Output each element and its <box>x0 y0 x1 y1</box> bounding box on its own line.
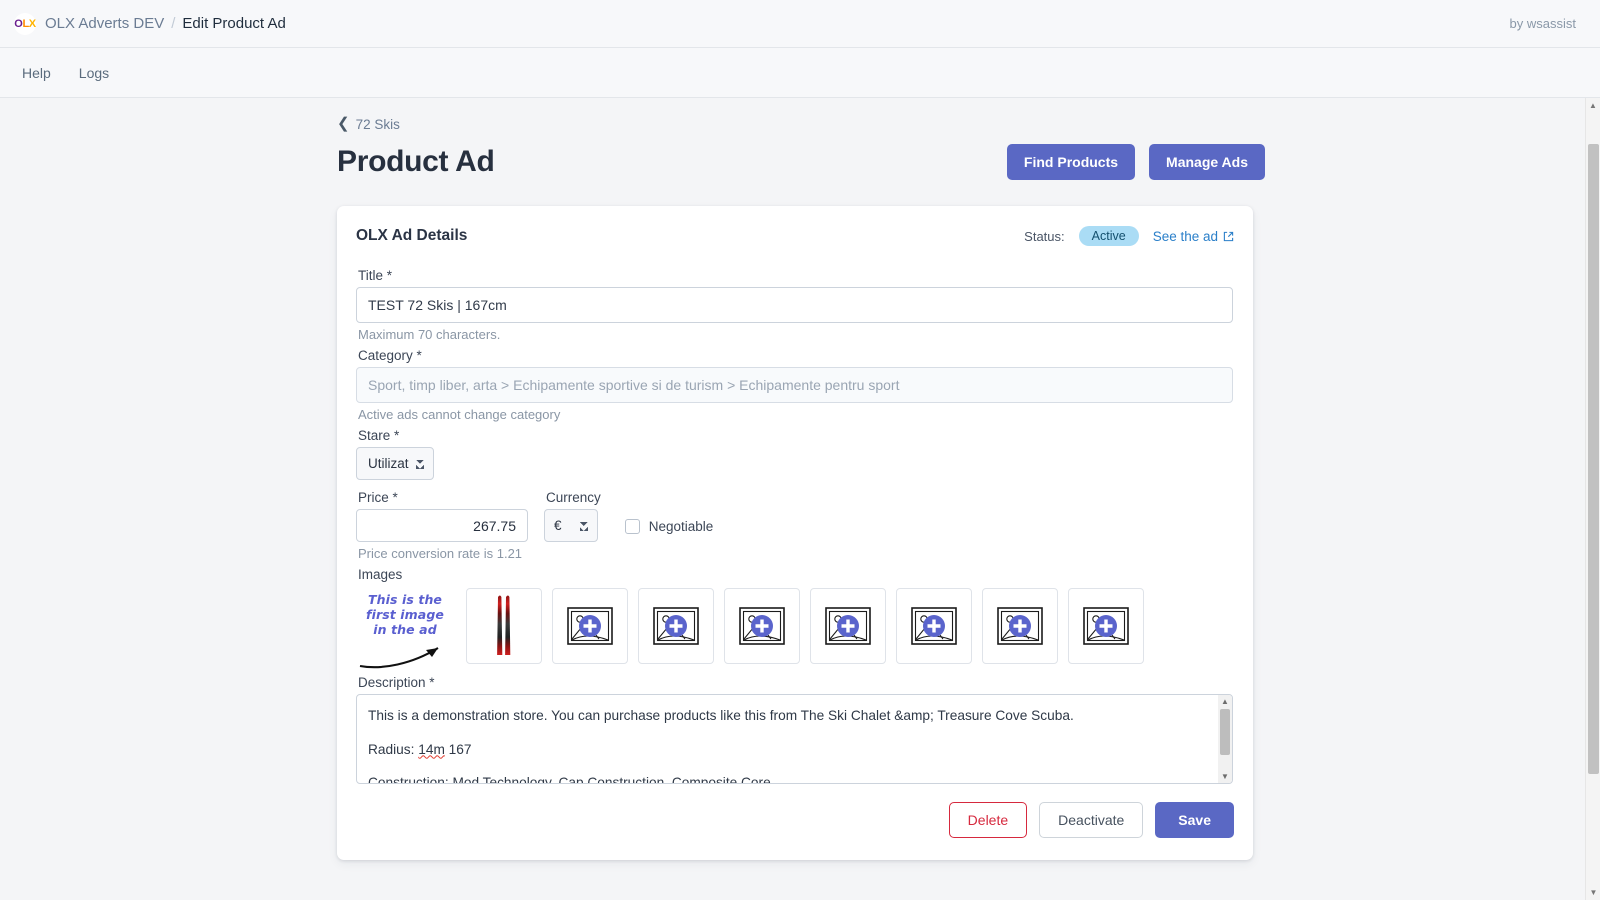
title-input[interactable] <box>356 287 1233 323</box>
status-badge: Active <box>1078 226 1139 246</box>
page-scroll-down-icon[interactable]: ▼ <box>1586 885 1600 900</box>
description-scrollbar-thumb[interactable] <box>1220 709 1230 755</box>
nav-item-logs[interactable]: Logs <box>65 59 123 87</box>
title-label: Title * <box>358 268 393 283</box>
header-actions: Find Products Manage Ads <box>1006 144 1265 180</box>
nav-item-help[interactable]: Help <box>8 59 65 87</box>
top-bar: OLX OLX Adverts DEV / Edit Product Ad by… <box>0 0 1600 48</box>
page-scrollbar-thumb[interactable] <box>1588 144 1599 774</box>
status-label: Status: <box>1024 228 1065 244</box>
add-image-icon <box>653 607 699 645</box>
image-placeholder-6[interactable] <box>982 588 1058 664</box>
image-placeholder-3[interactable] <box>724 588 800 664</box>
currency-select[interactable]: € <box>544 509 598 542</box>
curved-arrow-icon <box>359 647 439 669</box>
add-image-icon <box>911 607 957 645</box>
price-label: Price * <box>358 490 398 505</box>
manage-ads-button[interactable]: Manage Ads <box>1149 144 1265 180</box>
category-input[interactable] <box>356 367 1233 403</box>
images-row: This is the first image in the ad <box>356 588 1234 669</box>
description-scrollbar[interactable]: ▲ ▼ <box>1218 695 1232 783</box>
back-link[interactable]: ❮ 72 Skis <box>337 115 400 132</box>
category-hint: Active ads cannot change category <box>358 407 561 422</box>
category-label: Category * <box>358 348 422 363</box>
images-label: Images <box>358 567 403 582</box>
price-hint: Price conversion rate is 1.21 <box>358 546 523 561</box>
image-placeholder-1[interactable] <box>552 588 628 664</box>
negotiable-label: Negotiable <box>648 519 714 534</box>
page-title: Product Ad <box>337 145 495 178</box>
first-image-annotation: This is the first image in the ad <box>356 588 454 669</box>
ad-details-card: OLX Ad Details Status: Active See the ad <box>337 206 1253 860</box>
page-header: Product Ad Find Products Manage Ads <box>337 144 1265 180</box>
add-image-icon <box>567 607 613 645</box>
logo-letter-o: O <box>14 17 23 30</box>
breadcrumb-separator: / <box>171 15 176 32</box>
annotation-text: This is the first image in the ad <box>356 588 454 637</box>
image-placeholder-2[interactable] <box>638 588 714 664</box>
logo-letter-x: X <box>28 17 36 30</box>
card-footer: Delete Deactivate Save <box>356 802 1234 838</box>
annotation-line-3: in the ad <box>373 622 437 637</box>
description-wrapper: This is a demonstration store. You can p… <box>356 694 1234 784</box>
image-placeholder-5[interactable] <box>896 588 972 664</box>
stare-label: Stare * <box>358 428 400 443</box>
annotation-line-1: This is the <box>367 592 443 607</box>
delete-button[interactable]: Delete <box>948 802 1028 838</box>
currency-label: Currency <box>546 490 601 505</box>
description-label: Description * <box>358 675 435 690</box>
image-thumbnail-1[interactable] <box>466 588 542 664</box>
skis-photo <box>497 595 511 655</box>
description-line-2-pre: Radius: <box>368 741 419 757</box>
image-placeholder-4[interactable] <box>810 588 886 664</box>
find-products-button[interactable]: Find Products <box>1006 144 1136 180</box>
description-line-3: Construction: Mod Technology, Cap Constr… <box>368 775 771 784</box>
ad-form: Title * Maximum 70 characters. Category … <box>356 268 1234 784</box>
page-scroll-up-icon[interactable]: ▲ <box>1586 98 1600 113</box>
description-misspelled-word: 14m <box>418 741 445 757</box>
image-placeholder-7[interactable] <box>1068 588 1144 664</box>
add-image-icon <box>997 607 1043 645</box>
scroll-up-icon[interactable]: ▲ <box>1218 695 1232 708</box>
external-link-icon <box>1223 231 1234 241</box>
stare-select[interactable]: Utilizat <box>356 447 434 480</box>
nav-bar: Help Logs <box>0 48 1600 98</box>
chevron-left-icon: ❮ <box>337 115 350 132</box>
description-line-1: This is a demonstration store. You can p… <box>368 708 1074 723</box>
see-the-ad-label: See the ad <box>1152 228 1218 244</box>
price-row: Price * Currency € Negotiable <box>356 490 1234 542</box>
back-link-label: 72 Skis <box>355 117 400 132</box>
description-textarea[interactable]: This is a demonstration store. You can p… <box>356 694 1233 784</box>
negotiable-field[interactable]: Negotiable <box>624 519 714 542</box>
attribution-text: by wsassist <box>1509 16 1576 31</box>
description-line-2-post: 167 <box>444 741 472 757</box>
see-the-ad-link[interactable]: See the ad <box>1153 229 1234 244</box>
breadcrumb-current: Edit Product Ad <box>182 15 286 32</box>
description-line-2: Radius: 14m 167 <box>368 738 1208 762</box>
add-image-icon <box>739 607 785 645</box>
annotation-line-2: first image <box>366 607 444 622</box>
card-header: OLX Ad Details Status: Active See the ad <box>356 226 1234 246</box>
title-hint: Maximum 70 characters. <box>358 327 501 342</box>
deactivate-button[interactable]: Deactivate <box>1039 802 1144 838</box>
card-title: OLX Ad Details <box>356 227 468 244</box>
currency-field: Currency € <box>544 490 601 542</box>
olx-logo-icon: OLX <box>14 12 36 35</box>
page-body: ❮ 72 Skis Product Ad Find Products Manag… <box>0 98 1600 900</box>
negotiable-checkbox[interactable] <box>624 519 640 534</box>
scroll-down-icon[interactable]: ▼ <box>1218 770 1232 783</box>
price-field: Price * <box>356 490 528 542</box>
brand-link[interactable]: OLX Adverts DEV <box>45 15 164 32</box>
add-image-icon <box>1083 607 1129 645</box>
price-input[interactable] <box>356 509 528 542</box>
page-scrollbar[interactable]: ▲ ▼ <box>1585 98 1600 900</box>
add-image-icon <box>825 607 871 645</box>
save-button[interactable]: Save <box>1155 802 1234 838</box>
card-header-right: Status: Active See the ad <box>1024 226 1234 246</box>
